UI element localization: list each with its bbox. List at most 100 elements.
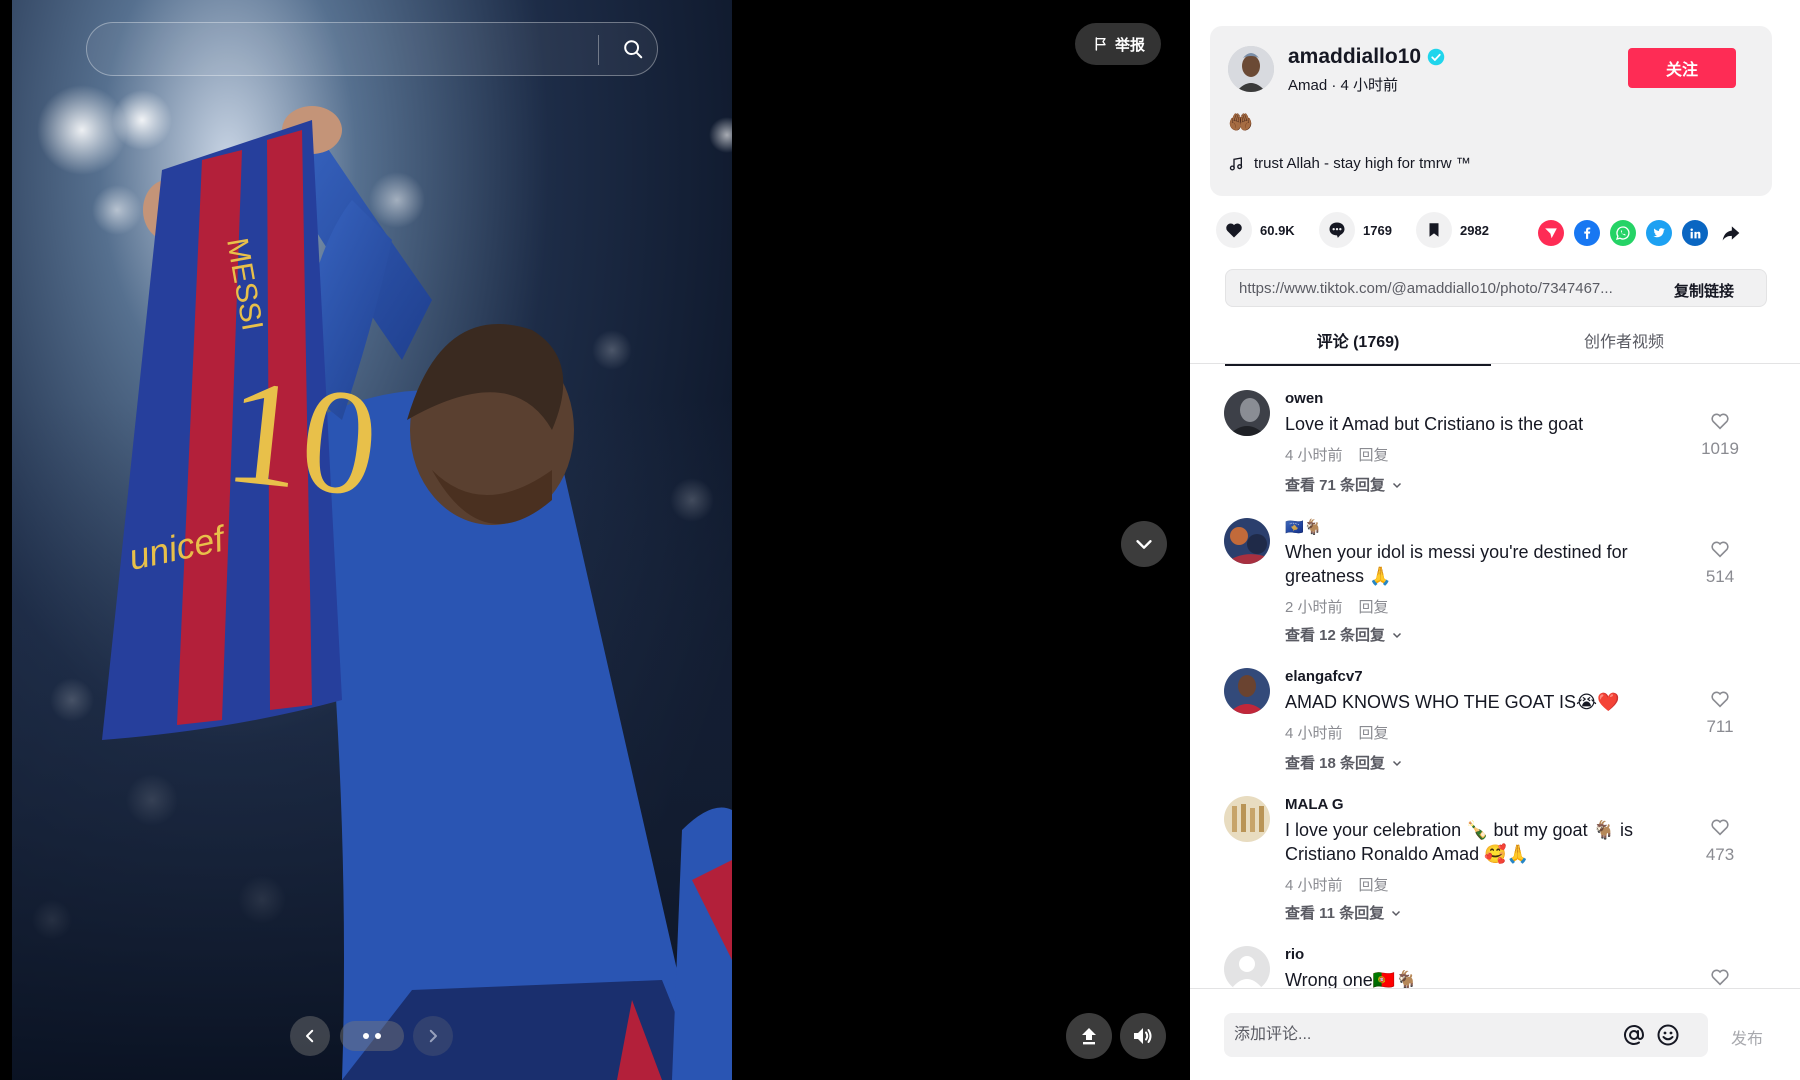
reply-button[interactable]: 回复: [1359, 444, 1389, 465]
heart-outline-icon: [1711, 413, 1729, 430]
comment-button[interactable]: [1319, 212, 1355, 248]
comment-meta: 2 小时前 回复: [1285, 596, 1389, 617]
music-link[interactable]: trust Allah - stay high for tmrw ™: [1228, 155, 1471, 172]
commenter-name[interactable]: 🇽🇰🐐: [1285, 518, 1322, 536]
heart-icon: [1226, 223, 1242, 238]
default-avatar-icon: [1224, 946, 1270, 988]
avatar-image: [1228, 46, 1274, 92]
view-replies-button[interactable]: 查看 12 条回复: [1285, 624, 1403, 645]
reply-button[interactable]: 回复: [1359, 874, 1389, 895]
commenter-avatar[interactable]: [1224, 390, 1270, 436]
facebook-share-button[interactable]: [1574, 220, 1600, 246]
comment-like-count: 473: [1705, 845, 1735, 864]
search-button[interactable]: [607, 23, 659, 75]
view-replies-button[interactable]: 查看 11 条回复: [1285, 902, 1402, 923]
post-photo: 10 MESSI unicef: [12, 0, 732, 1080]
comment-item: MALA G I love your celebration 🍾 but my …: [1190, 796, 1800, 926]
panel-tabs: 评论 (1769) 创作者视频: [1190, 318, 1800, 366]
heart-outline-icon: [1711, 969, 1729, 986]
avatar-image: [1224, 518, 1270, 564]
mention-icon[interactable]: [1622, 1023, 1646, 1047]
carousel-next-button[interactable]: [413, 1016, 453, 1056]
linkedin-icon: [1689, 227, 1700, 238]
comment-meta: 4 小时前 回复: [1285, 444, 1389, 465]
tab-comments[interactable]: 评论 (1769): [1225, 328, 1491, 366]
photo-illustration: 10 MESSI unicef: [12, 85, 732, 1080]
share-link-url[interactable]: https://www.tiktok.com/@amaddiallo10/pho…: [1239, 280, 1659, 297]
commenter-name[interactable]: rio: [1285, 946, 1304, 963]
emoji-icon[interactable]: [1656, 1023, 1680, 1047]
reply-button[interactable]: 回复: [1359, 722, 1389, 743]
twitter-icon: [1653, 228, 1665, 238]
comment-like-button[interactable]: [1695, 966, 1745, 988]
linkedin-share-button[interactable]: [1682, 220, 1708, 246]
search-bar: [86, 22, 658, 76]
comment-input[interactable]: [1234, 1013, 1594, 1057]
comment-composer: 发布: [1190, 988, 1800, 1080]
follow-button[interactable]: 关注: [1628, 48, 1736, 88]
post-time: 4 小时前: [1340, 77, 1399, 94]
comment-list: owen Love it Amad but Cristiano is the g…: [1190, 365, 1800, 988]
app-root: 10 MESSI unicef 举报 amaddiallo10 Amad · 4…: [0, 0, 1800, 1080]
like-stat: 60.9K: [1216, 212, 1295, 248]
chevron-down-icon: [1393, 632, 1402, 638]
save-button[interactable]: [1416, 212, 1452, 248]
chevron-down-icon: [1393, 760, 1402, 766]
share-out-button[interactable]: [1066, 1013, 1112, 1059]
view-replies-label: 查看 71 条回复: [1285, 477, 1386, 494]
author-username[interactable]: amaddiallo10: [1288, 45, 1445, 69]
comment-count: 1769: [1363, 222, 1392, 238]
post-info-card: amaddiallo10 Amad · 4 小时前 关注 🤲🏾 trust Al…: [1210, 26, 1772, 196]
commenter-avatar[interactable]: [1224, 796, 1270, 842]
comment-bubble-icon: [1329, 222, 1345, 238]
volume-button[interactable]: [1120, 1013, 1166, 1059]
post-comment-button[interactable]: 发布: [1731, 1025, 1763, 1049]
author-display-name: Amad: [1288, 77, 1328, 94]
comment-time: 4 小时前: [1285, 725, 1343, 742]
carousel-indicator: [340, 1021, 404, 1051]
author-avatar[interactable]: [1228, 46, 1274, 92]
photo-viewer: 10 MESSI unicef 举报: [0, 0, 1190, 1080]
share-more-button[interactable]: [1718, 220, 1744, 246]
twitter-share-button[interactable]: [1646, 220, 1672, 246]
whatsapp-share-button[interactable]: [1610, 220, 1636, 246]
search-input[interactable]: [107, 23, 577, 75]
next-post-button[interactable]: [1121, 521, 1167, 567]
comment-like-button[interactable]: 473: [1695, 816, 1745, 865]
comment-time: 2 小时前: [1285, 599, 1343, 616]
heart-outline-icon: [1711, 819, 1729, 836]
like-button[interactable]: [1216, 212, 1252, 248]
report-label: 举报: [1115, 36, 1146, 54]
chevron-down-icon: [1393, 482, 1402, 488]
view-replies-button[interactable]: 查看 18 条回复: [1285, 752, 1403, 773]
commenter-name[interactable]: MALA G: [1285, 796, 1344, 813]
comment-item: rio Wrong one🇵🇹🐐: [1190, 946, 1800, 988]
copy-link-button[interactable]: 复制链接: [1674, 280, 1734, 301]
carousel-prev-button[interactable]: [290, 1016, 330, 1056]
carousel-dot: [363, 1033, 369, 1039]
jersey-number: 10: [219, 348, 386, 529]
music-title: trust Allah - stay high for tmrw ™: [1254, 155, 1471, 172]
reply-button[interactable]: 回复: [1359, 596, 1389, 617]
comment-like-count: 1019: [1701, 439, 1739, 458]
whatsapp-icon: [1616, 226, 1630, 240]
tab-creator-videos[interactable]: 创作者视频: [1491, 328, 1757, 364]
commenter-avatar[interactable]: [1224, 518, 1270, 564]
commenter-name[interactable]: elangafcv7: [1285, 668, 1363, 685]
commenter-avatar[interactable]: [1224, 668, 1270, 714]
commenter-avatar[interactable]: [1224, 946, 1270, 988]
volume-icon: [1134, 1028, 1152, 1044]
send-to-friends-button[interactable]: [1538, 220, 1564, 246]
view-replies-button[interactable]: 查看 71 条回复: [1285, 474, 1403, 495]
search-divider: [598, 35, 599, 65]
commenter-name[interactable]: owen: [1285, 390, 1323, 407]
comment-text: Wrong one🇵🇹🐐: [1285, 970, 1418, 988]
meta-separator: ·: [1331, 77, 1341, 94]
comment-time: 4 小时前: [1285, 877, 1343, 894]
comment-like-button[interactable]: 514: [1695, 538, 1745, 587]
report-button[interactable]: 举报: [1075, 23, 1162, 65]
comment-like-button[interactable]: 1019: [1695, 410, 1745, 459]
comment-like-button[interactable]: 711: [1695, 688, 1745, 737]
chevron-right-icon: [429, 1029, 437, 1043]
comment-input-wrapper: [1224, 1013, 1708, 1057]
